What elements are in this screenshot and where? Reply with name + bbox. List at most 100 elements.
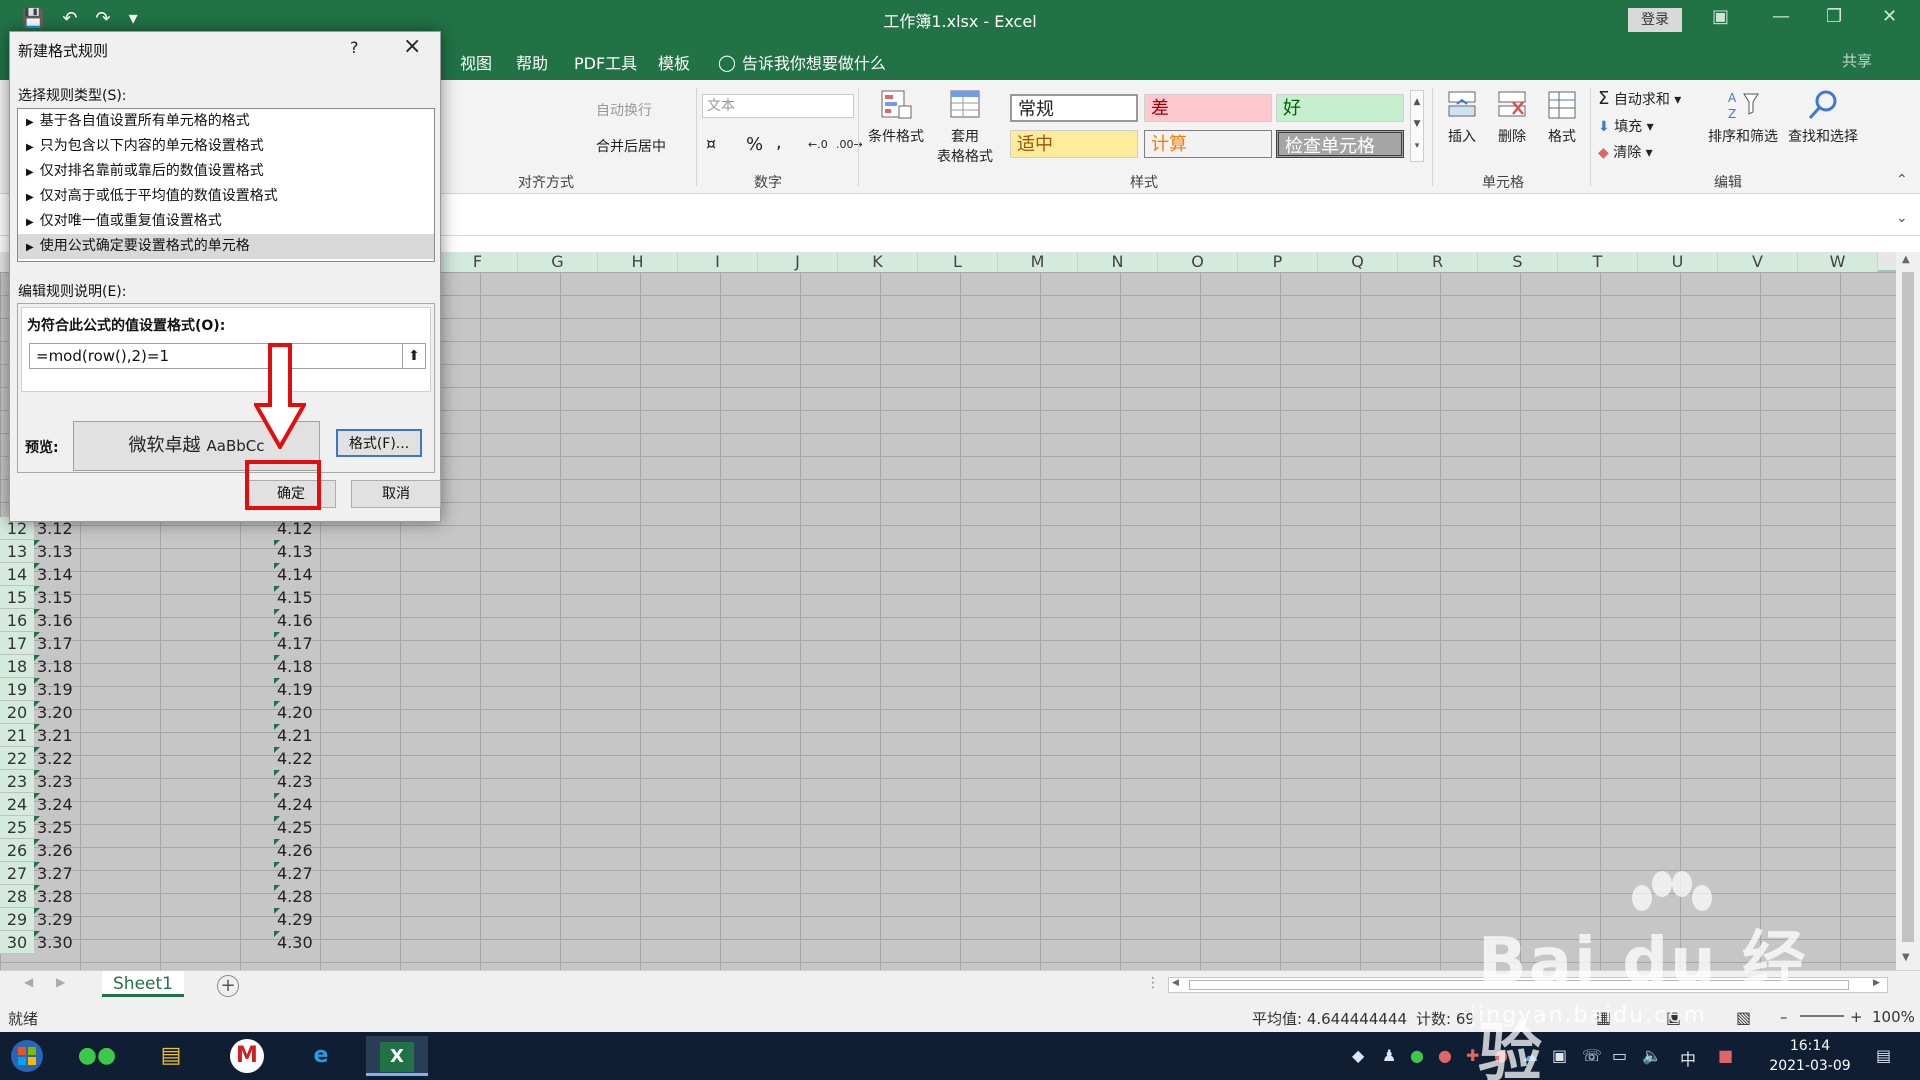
cell-a[interactable]: 3.21 [34,724,114,747]
currency-icon[interactable]: ¤ [706,134,716,153]
autosum-button[interactable]: Σ 自动求和 ▾ [1598,88,1681,109]
rule-type-item[interactable]: ▶ 仅对唯一值或重复值设置格式 [18,209,434,234]
row-header[interactable]: 13 [0,540,34,563]
style-good[interactable]: 好 [1276,94,1404,122]
column-header[interactable]: P [1238,252,1318,272]
fill-button[interactable]: ⬇ 填充 ▾ [1598,116,1654,136]
zoom-in-icon[interactable]: + [1850,1008,1863,1026]
next-sheet-icon[interactable]: ▶ [56,975,65,989]
style-check-cell[interactable]: 检查单元格 [1276,130,1404,158]
column-header[interactable]: R [1398,252,1478,272]
vertical-scroll-thumb[interactable] [1902,272,1914,942]
notification-icon[interactable]: ▤ [1876,1046,1891,1065]
cell-d[interactable]: 4.25 [274,816,354,839]
column-header[interactable]: H [598,252,678,272]
scroll-right-icon[interactable]: ▶ [1873,978,1880,988]
rule-type-list[interactable]: ▶ 基于各自值设置所有单元格的格式 ▶ 只为包含以下内容的单元格设置格式 ▶ 仅对排名… [17,108,435,262]
tab-help[interactable]: 帮助 [516,50,548,74]
cell-a[interactable]: 3.19 [34,678,114,701]
style-normal[interactable]: 常规 [1010,94,1138,122]
cell-a[interactable]: 3.30 [34,931,114,954]
tab-templates[interactable]: 模板 [658,50,690,74]
cell-a[interactable]: 3.14 [34,563,114,586]
cell-d[interactable]: 4.22 [274,747,354,770]
wechat-app-icon[interactable]: ●● [66,1036,128,1076]
row-header[interactable]: 14 [0,563,34,586]
add-sheet-icon[interactable]: + [217,975,239,997]
row-header[interactable]: 29 [0,908,34,931]
row-header[interactable]: 28 [0,885,34,908]
increase-decimal-icon[interactable]: ←.0 [808,138,828,151]
cell-d[interactable]: 4.23 [274,770,354,793]
cell-a[interactable]: 3.29 [34,908,114,931]
cell-d[interactable]: 4.17 [274,632,354,655]
tray-people-icon[interactable]: ♟ [1382,1046,1396,1065]
scroll-down-icon[interactable]: ▼ [1902,952,1910,963]
tray-m-icon[interactable]: ● [1438,1046,1452,1065]
cell-d[interactable]: 4.27 [274,862,354,885]
tray-shield-icon[interactable]: ✚ [1466,1046,1479,1065]
row-header[interactable]: 22 [0,747,34,770]
tab-pdf-tools[interactable]: PDF工具 [574,50,637,74]
delete-cells-button[interactable]: 删除 [1490,88,1534,146]
column-header[interactable]: J [758,252,838,272]
cell-d[interactable]: 4.21 [274,724,354,747]
row-header[interactable]: 17 [0,632,34,655]
merge-center-button[interactable]: 合并后居中 [574,136,666,156]
login-button[interactable]: 登录 [1628,8,1682,32]
cell-a[interactable]: 3.26 [34,839,114,862]
expand-formula-bar-icon[interactable]: ⌄ [1896,210,1908,226]
row-header[interactable]: 18 [0,655,34,678]
table-format-button[interactable]: 套用 表格格式 [928,88,1002,166]
internet-explorer-icon[interactable]: e [290,1036,352,1076]
row-header[interactable]: 24 [0,793,34,816]
cell-d[interactable]: 4.29 [274,908,354,931]
horizontal-scroll-thumb[interactable] [1189,980,1849,990]
cell-d[interactable]: 4.19 [274,678,354,701]
customize-qat-icon[interactable]: ▾ [129,8,138,29]
rule-type-item[interactable]: ▶ 基于各自值设置所有单元格的格式 [18,109,434,134]
cell-a[interactable]: 3.24 [34,793,114,816]
zoom-level[interactable]: 100% [1872,1008,1915,1026]
ribbon-display-icon[interactable]: ▣ [1712,6,1729,27]
tray-g-icon[interactable]: ● [1494,1046,1508,1065]
tray-app-icon[interactable]: ▣ [1552,1046,1567,1065]
clock[interactable]: 16:14 2021-03-09 [1760,1036,1860,1076]
scroll-up-icon[interactable]: ▲ [1902,254,1910,265]
row-header[interactable]: 16 [0,609,34,632]
style-bad[interactable]: 差 [1144,94,1272,122]
column-header[interactable]: U [1638,252,1718,272]
tab-view[interactable]: 视图 [460,50,492,74]
cell-a[interactable]: 3.28 [34,885,114,908]
minimize-icon[interactable]: — [1772,6,1790,27]
cell-a[interactable]: 3.16 [34,609,114,632]
column-header[interactable]: Q [1318,252,1398,272]
format-cells-button[interactable]: 格式 [1540,88,1584,146]
cell-d[interactable]: 4.14 [274,563,354,586]
comma-button[interactable]: , [776,132,782,153]
sort-filter-button[interactable]: AZ 排序和筛选 [1704,88,1782,146]
vertical-scrollbar[interactable]: ▲ ▼ [1896,252,1920,970]
column-header[interactable]: L [918,252,998,272]
tray-cloud-icon[interactable]: ☁ [1522,1046,1538,1065]
tell-me-box[interactable]: ◯ 告诉我你想要做什么 [718,50,886,74]
row-header[interactable]: 30 [0,931,34,954]
column-header[interactable]: T [1558,252,1638,272]
column-header[interactable]: V [1718,252,1798,272]
column-header[interactable]: O [1158,252,1238,272]
cell-a[interactable]: 3.27 [34,862,114,885]
share-button[interactable]: 共享 [1842,50,1872,71]
rule-type-item-selected[interactable]: ▶ 使用公式确定要设置格式的单元格 [18,234,434,259]
normal-view-icon[interactable]: ▦ [1596,1008,1611,1027]
sheet-tab-sheet1[interactable]: Sheet1 [102,971,184,997]
column-header[interactable]: M [998,252,1078,272]
number-format-select[interactable]: 文本 [702,94,854,118]
insert-cells-button[interactable]: 插入 [1440,88,1484,146]
cell-d[interactable]: 4.30 [274,931,354,954]
column-header[interactable]: G [518,252,598,272]
row-header[interactable]: 19 [0,678,34,701]
tab-split-handle[interactable]: ⋮ [1146,975,1160,991]
column-header[interactable]: K [838,252,918,272]
row-header[interactable]: 21 [0,724,34,747]
cell-a[interactable]: 3.20 [34,701,114,724]
